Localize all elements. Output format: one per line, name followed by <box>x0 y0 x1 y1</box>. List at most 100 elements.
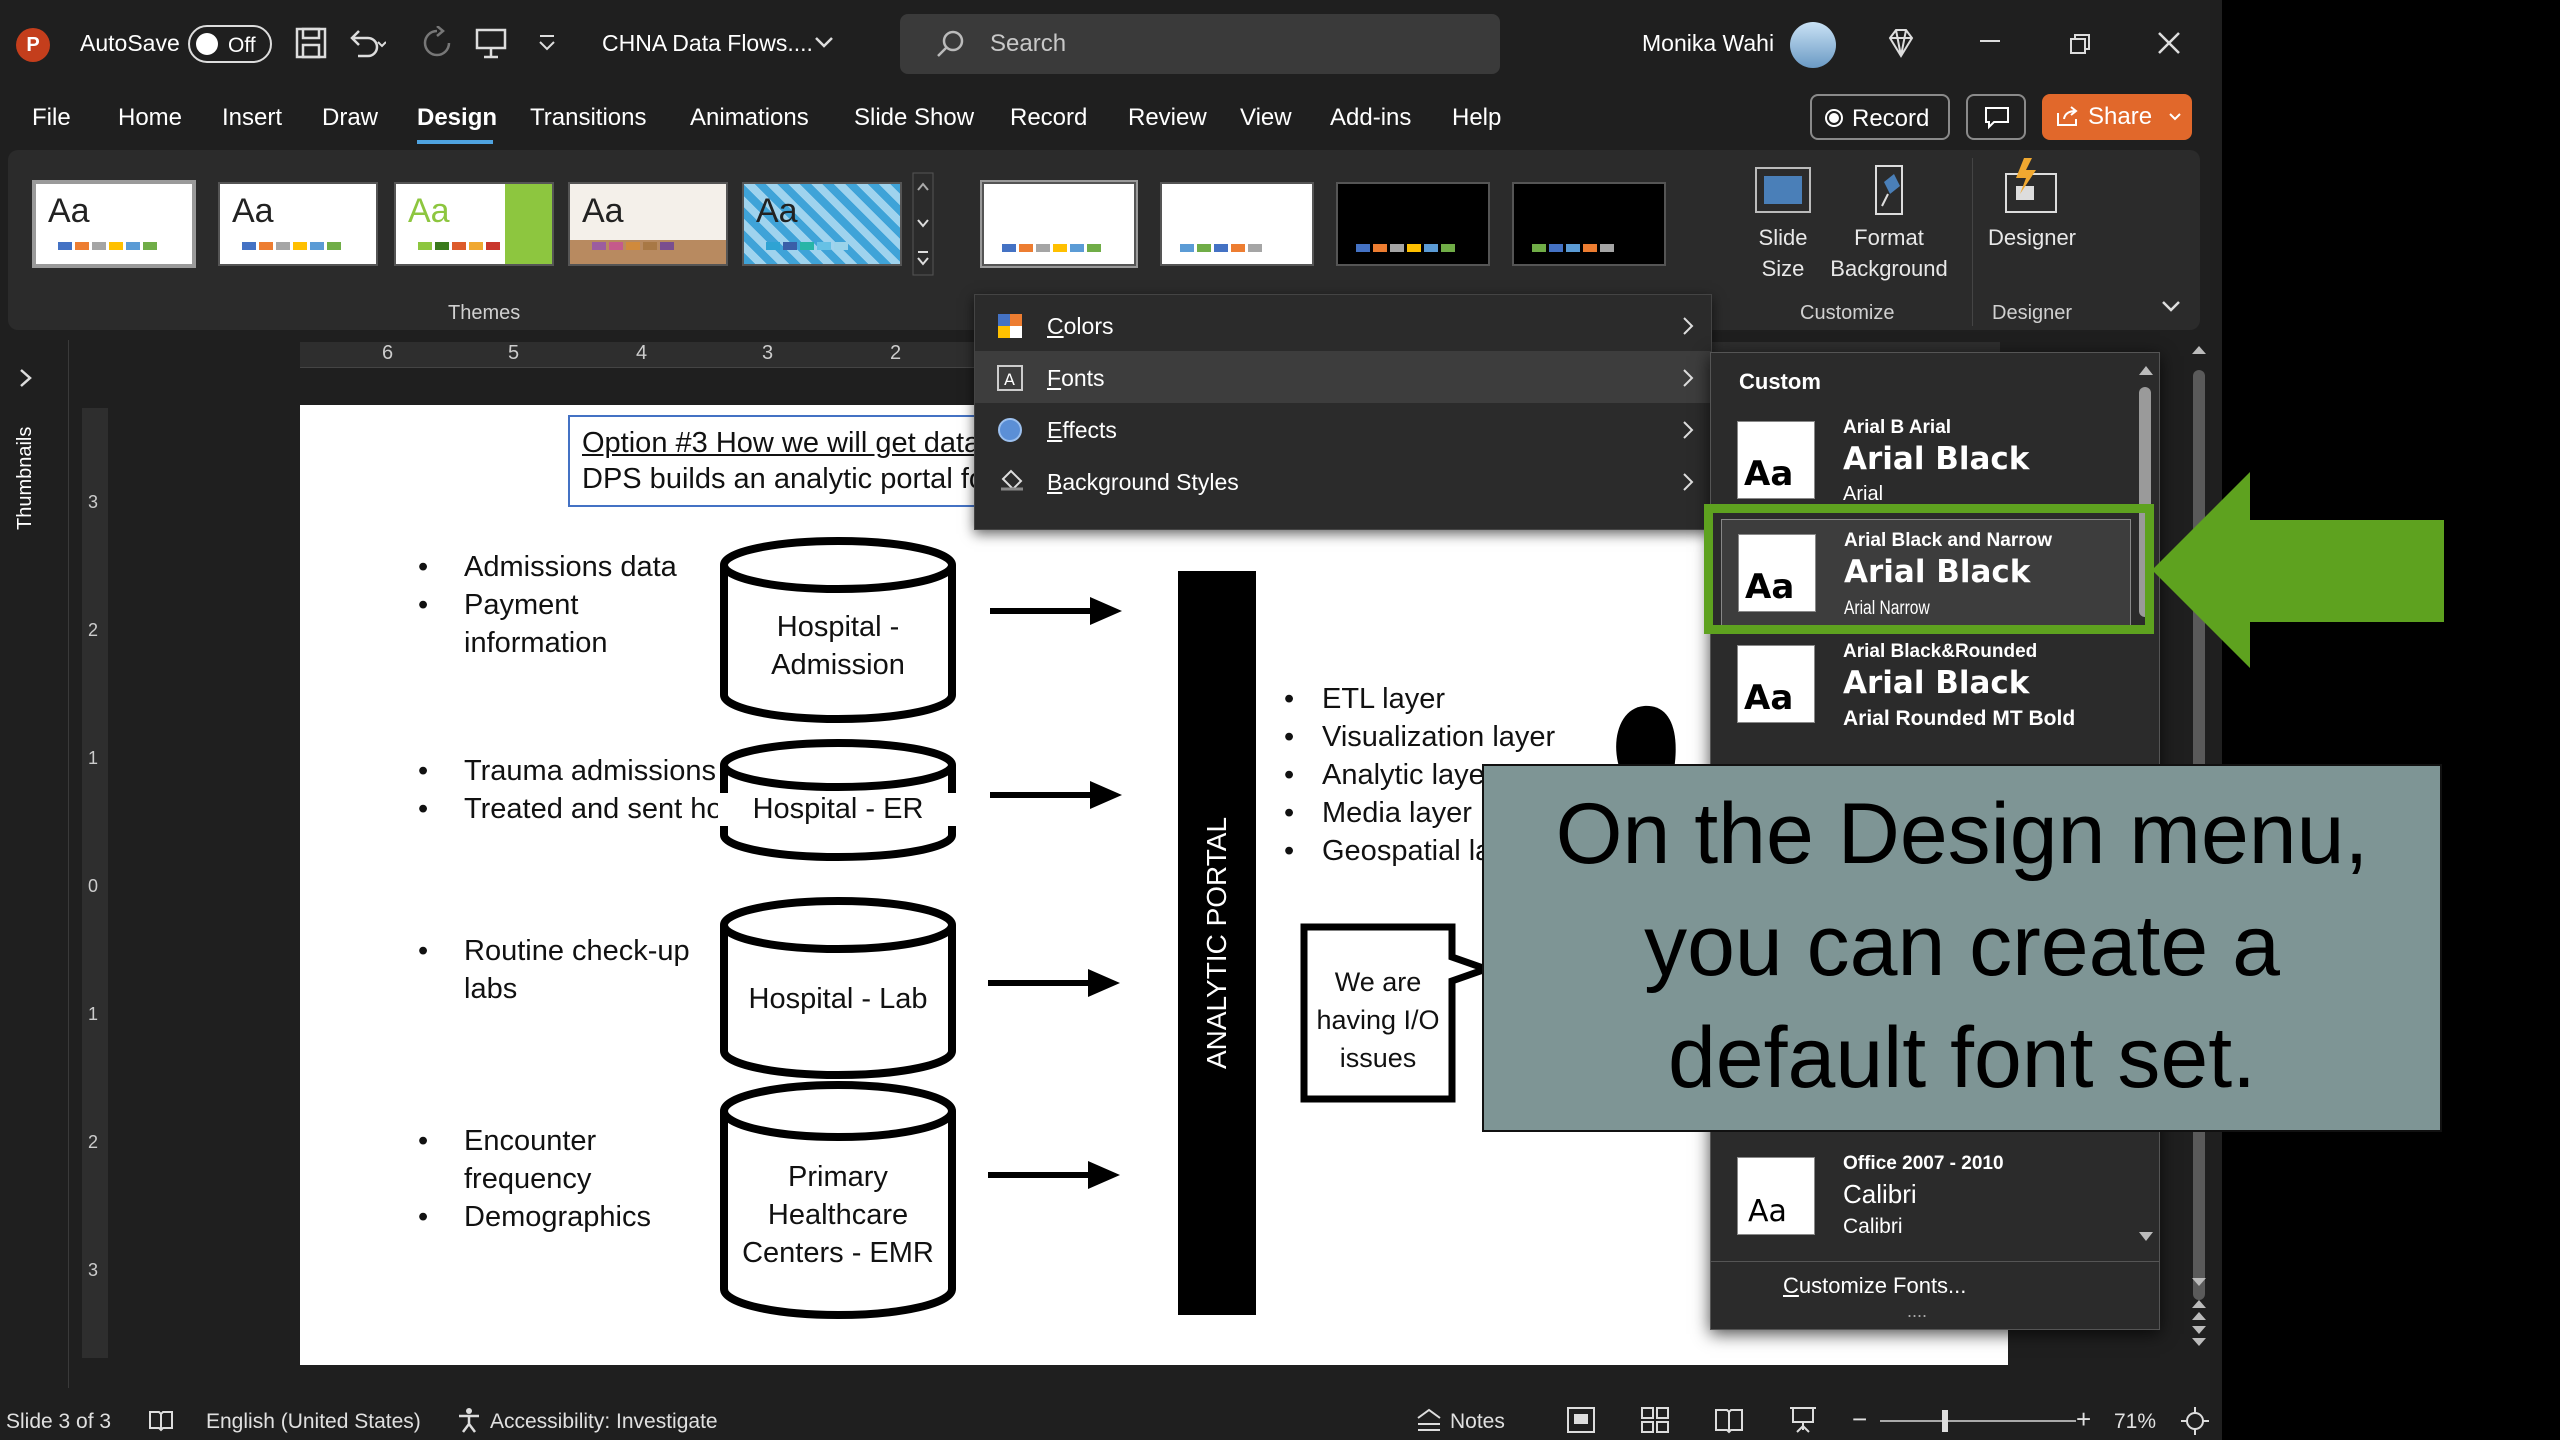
bullet-text: frequency <box>464 1163 592 1195</box>
expand-thumbnails-icon[interactable] <box>16 366 36 390</box>
autosave-label: AutoSave <box>80 30 180 56</box>
tab-animations[interactable]: Animations <box>690 104 809 132</box>
prev-slide-icon[interactable] <box>2190 1298 2208 1322</box>
restore-icon[interactable] <box>2068 32 2092 56</box>
menu-item-background-styles[interactable]: Background Styles <box>975 455 1711 507</box>
tab-view[interactable]: View <box>1240 104 1292 132</box>
autosave-state: Off <box>228 34 256 57</box>
avatar[interactable] <box>1790 22 1836 68</box>
tab-draw[interactable]: Draw <box>322 104 378 132</box>
tab-file[interactable]: File <box>32 104 71 132</box>
redo-icon[interactable] <box>420 26 454 60</box>
ruler-label: 3 <box>88 492 99 512</box>
spell-check-icon[interactable] <box>148 1408 174 1432</box>
tab-add-ins[interactable]: Add-ins <box>1330 104 1411 132</box>
share-button[interactable]: Share <box>2042 94 2192 140</box>
variant-4[interactable] <box>1512 182 1666 266</box>
language-indicator[interactable]: English (United States) <box>206 1410 421 1434</box>
accessibility-status[interactable]: Accessibility: Investigate <box>490 1410 718 1434</box>
menu-item-colors[interactable]: Colors <box>975 299 1711 351</box>
search-box[interactable]: Search <box>900 14 1500 74</box>
search-placeholder: Search <box>990 30 1067 57</box>
thumbnails-label[interactable]: Thumbnails <box>14 427 37 530</box>
resize-grip[interactable]: .... <box>1907 1301 1927 1322</box>
font-set-body: Arial <box>1843 483 1884 505</box>
layer-item: Analytic layer <box>1322 759 1495 791</box>
document-title[interactable]: CHNA Data Flows.... <box>602 30 813 57</box>
status-bar: Slide 3 of 3 English (United States) Acc… <box>0 1388 2222 1440</box>
close-icon[interactable] <box>2156 30 2182 56</box>
zoom-slider[interactable] <box>1880 1420 2076 1422</box>
theme-office-2[interactable]: Aa <box>218 182 378 266</box>
theme-facet[interactable]: Aa <box>394 182 554 266</box>
active-tab-indicator <box>417 140 493 144</box>
tab-review[interactable]: Review <box>1128 104 1207 132</box>
theme-integral[interactable]: Aa <box>568 182 728 266</box>
cylinder-label: Admission <box>771 649 905 681</box>
cylinder-label: Hospital - Lab <box>748 983 928 1015</box>
tab-record[interactable]: Record <box>1010 104 1087 132</box>
diamond-icon[interactable] <box>1884 26 1918 60</box>
notes-button[interactable]: Notes <box>1450 1410 1505 1434</box>
share-chevron-icon[interactable] <box>2168 112 2182 122</box>
slide-size-label-1: Slide <box>1758 225 1808 250</box>
ruler-label: 6 <box>382 342 394 364</box>
tab-design[interactable]: Design <box>417 104 497 132</box>
flow-arrow <box>988 969 1120 997</box>
cylinder-label: Centers - EMR <box>742 1237 934 1269</box>
slideshow-view-icon[interactable] <box>1788 1404 1818 1434</box>
record-button[interactable]: Record <box>1810 94 1950 140</box>
undo-icon[interactable] <box>346 26 386 60</box>
save-icon[interactable] <box>294 26 328 60</box>
tab-insert[interactable]: Insert <box>222 104 282 132</box>
chevron-right-icon <box>1683 421 1694 439</box>
comments-button[interactable] <box>1966 94 2026 140</box>
user-name[interactable]: Monika Wahi <box>1642 30 1774 57</box>
customize-qat-icon[interactable] <box>536 30 558 54</box>
font-set-body: Arial Rounded MT Bold <box>1843 707 2076 730</box>
reading-view-icon[interactable] <box>1714 1406 1744 1434</box>
tab-home[interactable]: Home <box>118 104 182 132</box>
next-slide-icon[interactable] <box>2190 1324 2208 1348</box>
cylinder-label: Hospital - ER <box>718 793 958 826</box>
slide-title-line1: Option #3 How we will get data fro <box>582 427 1023 459</box>
menu-item-fonts[interactable]: A Fonts <box>975 351 1711 403</box>
font-set-item[interactable]: Aa Arial B Arial Arial Black Arial <box>1721 407 2131 515</box>
accel-key: C <box>1047 313 1064 339</box>
theme-ion[interactable]: Aa <box>742 182 902 266</box>
designer-icon <box>2005 158 2057 213</box>
font-set-item[interactable]: Aa Arial Black&Rounded Arial Black Arial… <box>1721 631 2131 739</box>
menu-item-effects[interactable]: Effects <box>975 403 1711 455</box>
layer-item: Geospatial lay <box>1322 835 1506 867</box>
zoom-out-button[interactable]: − <box>1852 1404 1867 1435</box>
zoom-level[interactable]: 71% <box>2114 1410 2156 1434</box>
tab-help[interactable]: Help <box>1452 104 1501 132</box>
slide-sorter-icon[interactable] <box>1640 1406 1670 1434</box>
variant-3[interactable] <box>1336 182 1490 266</box>
ruler-label: 2 <box>88 620 99 640</box>
theme-glyph: Aa <box>232 192 274 230</box>
present-icon[interactable] <box>474 26 508 60</box>
minimize-icon[interactable] <box>1978 36 2002 46</box>
menu-item-label: olors <box>1063 313 1114 339</box>
customize-fonts-link[interactable]: Customize Fonts... <box>1783 1273 1966 1299</box>
bullet-text: Trauma admissions <box>464 755 716 787</box>
collapse-ribbon-icon[interactable] <box>2160 298 2182 314</box>
bullet-text: Admissions data <box>464 551 677 583</box>
zoom-slider-thumb[interactable] <box>1942 1410 1948 1432</box>
variant-1[interactable] <box>980 180 1138 268</box>
bullet-text: labs <box>464 973 518 1005</box>
fit-to-window-icon[interactable] <box>2180 1406 2210 1436</box>
tab-transitions[interactable]: Transitions <box>530 104 646 132</box>
tab-slide-show[interactable]: Slide Show <box>854 104 974 132</box>
font-set-heading: Arial Black <box>1843 665 2030 701</box>
chevron-down-icon[interactable] <box>814 34 834 50</box>
zoom-in-button[interactable]: + <box>2076 1404 2091 1435</box>
normal-view-icon[interactable] <box>1566 1406 1596 1434</box>
themes-gallery-scroll[interactable] <box>912 172 934 276</box>
font-thumb: Aa <box>1737 1157 1815 1235</box>
theme-office[interactable]: Aa <box>32 180 196 268</box>
variant-2[interactable] <box>1160 182 1314 266</box>
autosave-toggle[interactable]: Off <box>188 25 272 63</box>
font-set-item[interactable]: Aa Office 2007 - 2010 Calibri Calibri <box>1721 1143 2131 1251</box>
